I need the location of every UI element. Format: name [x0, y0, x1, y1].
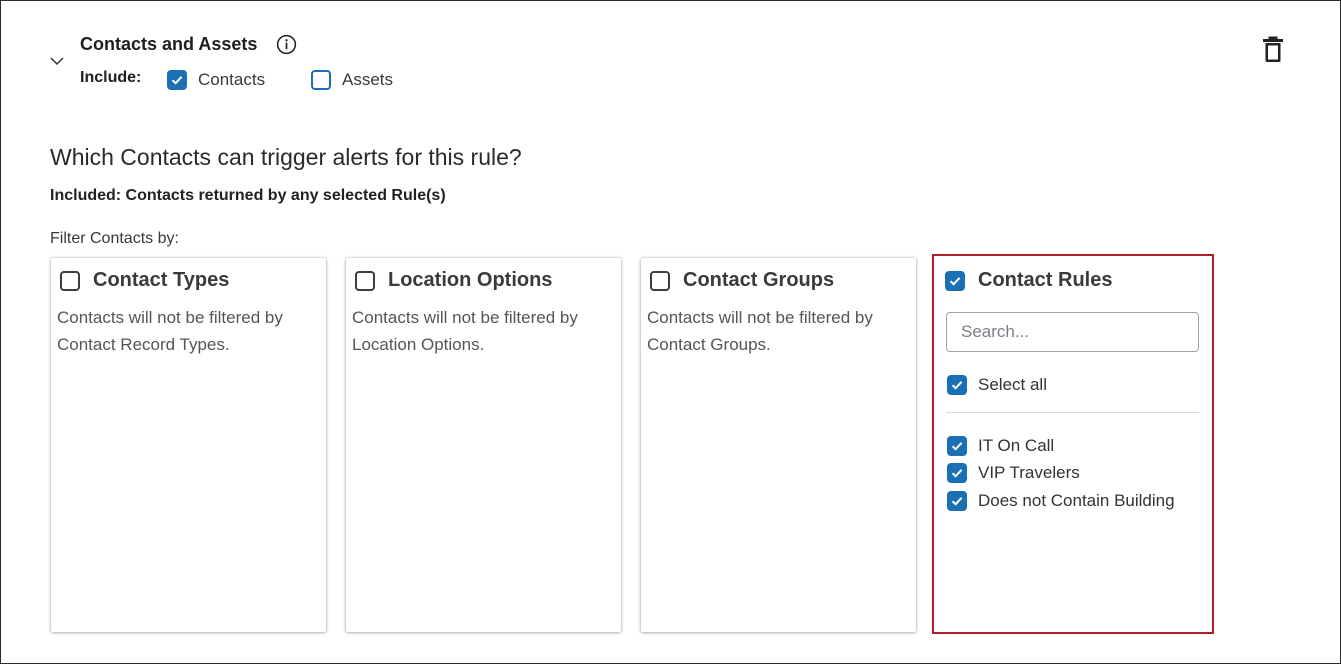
checkbox-unchecked[interactable]: [311, 70, 331, 90]
include-contacts-checkbox[interactable]: Contacts: [167, 70, 265, 90]
checkmark-icon: [171, 76, 183, 85]
included-note: Included: Contacts returned by any selec…: [50, 187, 446, 204]
checkmark-icon: [951, 469, 963, 478]
question-heading: Which Contacts can trigger alerts for th…: [50, 144, 522, 170]
filter-card-contact-types: Contact Types Contacts will not be filte…: [51, 258, 326, 632]
filter-card-location-options: Location Options Contacts will not be fi…: [346, 258, 621, 632]
checkmark-icon: [949, 276, 961, 286]
card-title: Location Options: [388, 269, 553, 291]
rule-item-it-on-call[interactable]: IT On Call: [947, 432, 1175, 460]
checkbox-checked[interactable]: [947, 435, 967, 456]
contact-types-toggle[interactable]: Contact Types: [60, 269, 229, 292]
rule-item-vip-travelers[interactable]: VIP Travelers: [947, 460, 1175, 488]
filter-label: Filter Contacts by:: [50, 230, 179, 247]
checkbox-checked[interactable]: [947, 463, 967, 484]
include-assets-label: Assets: [342, 70, 394, 89]
rule-item-does-not-contain-building[interactable]: Does not Contain Building: [947, 487, 1175, 515]
checkmark-icon: [951, 496, 963, 506]
checkbox-unchecked[interactable]: [60, 270, 80, 291]
checkbox-checked[interactable]: [947, 490, 967, 511]
rule-list: IT On Call VIP Travelers Does not Contai…: [947, 432, 1175, 515]
card-title: Contact Types: [93, 269, 230, 291]
checkbox-unchecked[interactable]: [650, 270, 670, 291]
divider: [946, 412, 1199, 413]
include-contacts-label: Contacts: [198, 70, 266, 89]
card-title: Contact Rules: [978, 269, 1113, 291]
rule-item-label: IT On Call: [978, 435, 1055, 455]
checkmark-icon: [951, 381, 963, 390]
rule-item-label: VIP Travelers: [978, 463, 1080, 483]
trash-icon[interactable]: [1261, 35, 1285, 63]
location-options-toggle[interactable]: Location Options: [355, 269, 552, 292]
section-title: Contacts and Assets: [80, 34, 258, 54]
checkbox-checked[interactable]: [945, 270, 965, 291]
select-all-label: Select all: [978, 375, 1047, 394]
card-description: Contacts will not be filtered by Contact…: [57, 308, 283, 354]
rule-item-label: Does not Contain Building: [978, 490, 1175, 510]
contacts-and-assets-panel: Contacts and Assets Include: Contacts As…: [0, 0, 1341, 664]
rules-search-input[interactable]: [946, 312, 1199, 352]
checkbox-checked[interactable]: [947, 375, 967, 395]
include-assets-checkbox[interactable]: Assets: [311, 70, 393, 90]
contact-rules-toggle[interactable]: Contact Rules: [945, 269, 1112, 292]
filter-card-contact-rules: Contact Rules Select all IT On Call VIP …: [932, 254, 1214, 634]
filter-card-contact-groups: Contact Groups Contacts will not be filt…: [641, 258, 916, 632]
chevron-down-icon[interactable]: [49, 53, 65, 69]
checkbox-checked[interactable]: [167, 70, 187, 90]
card-description: Contacts will not be filtered by Locatio…: [352, 308, 578, 354]
card-description: Contacts will not be filtered by Contact…: [647, 308, 873, 354]
checkbox-unchecked[interactable]: [355, 270, 375, 291]
contact-groups-toggle[interactable]: Contact Groups: [650, 269, 834, 292]
checkmark-icon: [951, 441, 963, 451]
info-icon[interactable]: [276, 34, 297, 55]
include-label: Include:: [80, 69, 142, 86]
card-title: Contact Groups: [683, 269, 835, 291]
select-all-checkbox[interactable]: Select all: [947, 375, 1047, 395]
